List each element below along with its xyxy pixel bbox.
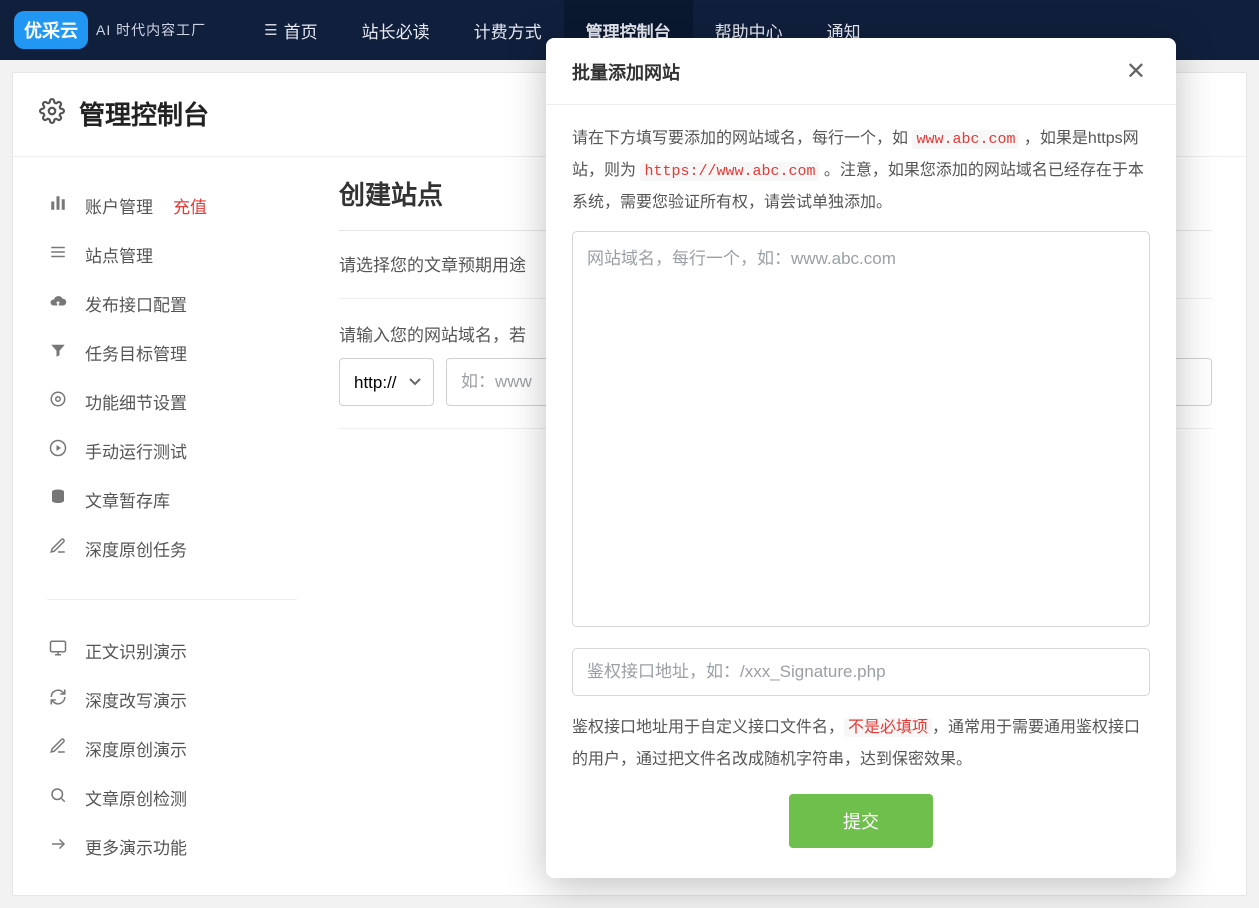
sidebar-item-label: 账户管理 (85, 193, 153, 218)
edit-icon (47, 537, 69, 560)
sidebar-item-label: 任务目标管理 (85, 340, 187, 365)
sidebar-deep-original-demo[interactable]: 深度原创演示 (47, 724, 297, 773)
sidebar-item-label: 正文识别演示 (85, 638, 187, 663)
sidebar-item-label: 手动运行测试 (85, 438, 187, 463)
modal-body: 请在下方填写要添加的网站域名，每行一个，如 www.abc.com ，如果是ht… (546, 105, 1176, 878)
modal-batch-add-sites: 批量添加网站 ✕ 请在下方填写要添加的网站域名，每行一个，如 www.abc.c… (546, 38, 1176, 878)
sidebar-item-label: 文章原创检测 (85, 785, 187, 810)
recharge-badge[interactable]: 充值 (173, 193, 207, 218)
brand-tagline: AI 时代内容工厂 (96, 20, 206, 40)
refresh-icon (47, 688, 69, 711)
modal-footer: 提交 (572, 794, 1150, 848)
not-required-badge: 不是必填项 (844, 718, 932, 737)
sidebar-item-label: 深度改写演示 (85, 687, 187, 712)
sidebar-account-management[interactable]: 账户管理 充值 (47, 181, 297, 230)
modal-header: 批量添加网站 ✕ (546, 38, 1176, 105)
sidebar-group-demos: 正文识别演示 深度改写演示 深度原创演示 (47, 599, 297, 871)
auth-endpoint-input[interactable] (572, 648, 1150, 696)
cloud-upload-icon (47, 292, 69, 315)
sidebar: 账户管理 充值 站点管理 发布接口配置 (13, 157, 315, 895)
nav-label: 站长必读 (362, 18, 430, 43)
sidebar-feature-detail-settings[interactable]: 功能细节设置 (47, 377, 297, 426)
nav-label: 计费方式 (474, 18, 542, 43)
gear-icon (39, 98, 65, 129)
sidebar-item-label: 深度原创演示 (85, 736, 187, 761)
nav-home[interactable]: ☰ 首页 (242, 0, 339, 60)
brand[interactable]: 优采云 AI 时代内容工厂 (14, 11, 206, 49)
play-icon (47, 439, 69, 462)
sidebar-article-originality-check[interactable]: 文章原创检测 (47, 773, 297, 822)
modal-auth-note: 鉴权接口地址用于自定义接口文件名，不是必填项，通常用于需要通用鉴权接口的用户，通… (572, 712, 1150, 776)
monitor-icon (47, 639, 69, 662)
sliders-icon (47, 390, 69, 413)
sidebar-body-recognition-demo[interactable]: 正文识别演示 (47, 626, 297, 675)
filter-icon (47, 341, 69, 364)
edit-icon (47, 737, 69, 760)
list-icon: ☰ (264, 21, 277, 39)
sidebar-item-label: 站点管理 (85, 242, 153, 267)
sidebar-group-main: 账户管理 充值 站点管理 发布接口配置 (47, 181, 297, 573)
sidebar-item-label: 功能细节设置 (85, 389, 187, 414)
example-https-domain-code: https://www.abc.com (640, 162, 819, 181)
sidebar-site-management[interactable]: 站点管理 (47, 230, 297, 279)
search-icon (47, 786, 69, 809)
close-icon[interactable]: ✕ (1122, 58, 1150, 86)
domains-textarea[interactable] (572, 231, 1150, 627)
list-icon (47, 243, 69, 266)
brand-logo: 优采云 (14, 11, 88, 49)
sidebar-item-label: 深度原创任务 (85, 536, 187, 561)
modal-title: 批量添加网站 (572, 59, 680, 85)
sidebar-item-label: 发布接口配置 (85, 291, 187, 316)
example-domain-code: www.abc.com (912, 130, 1019, 149)
share-icon (47, 835, 69, 858)
sidebar-manual-run-test[interactable]: 手动运行测试 (47, 426, 297, 475)
sidebar-publish-api-config[interactable]: 发布接口配置 (47, 279, 297, 328)
sidebar-more-demos[interactable]: 更多演示功能 (47, 822, 297, 871)
sidebar-article-staging[interactable]: 文章暂存库 (47, 475, 297, 524)
modal-description: 请在下方填写要添加的网站域名，每行一个，如 www.abc.com ，如果是ht… (572, 123, 1150, 219)
sidebar-item-label: 更多演示功能 (85, 834, 187, 859)
database-icon (47, 488, 69, 511)
nav-label: 首页 (284, 18, 318, 43)
sidebar-deep-original-task[interactable]: 深度原创任务 (47, 524, 297, 573)
page-title: 管理控制台 (79, 95, 209, 132)
sidebar-task-target-management[interactable]: 任务目标管理 (47, 328, 297, 377)
sidebar-deep-rewrite-demo[interactable]: 深度改写演示 (47, 675, 297, 724)
nav-webmaster-must-read[interactable]: 站长必读 (340, 0, 452, 60)
bar-chart-icon (47, 194, 69, 217)
protocol-select[interactable]: http:// (339, 358, 434, 406)
submit-button[interactable]: 提交 (789, 794, 933, 848)
sidebar-item-label: 文章暂存库 (85, 487, 170, 512)
